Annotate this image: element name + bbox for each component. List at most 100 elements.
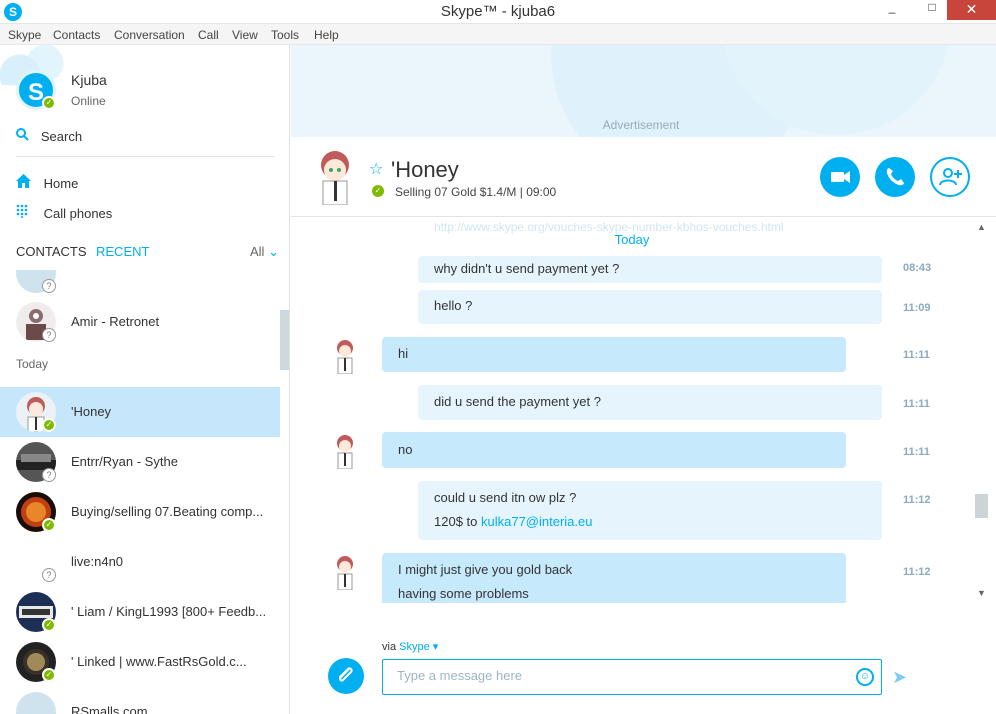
search-icon bbox=[16, 128, 33, 144]
window-title: Skype™ - kjuba6 bbox=[440, 3, 556, 20]
contact-list[interactable]: ? ? Amir - Retronet Today ✓ 'Honey ? Ent… bbox=[0, 270, 280, 714]
menu-skype[interactable]: Skype bbox=[8, 28, 41, 42]
online-status-icon: ✓ bbox=[372, 185, 384, 197]
divider bbox=[16, 156, 275, 157]
message-text: hi bbox=[398, 346, 409, 361]
message-composer: via Skype ▾ ☺ ➤ bbox=[291, 603, 996, 714]
contact-row[interactable]: ✓ ' Linked | www.FastRsGold.c... bbox=[0, 637, 280, 687]
message-outgoing[interactable]: could u send itn ow plz ? 120$ to kulka7… bbox=[418, 481, 882, 540]
chat-contact-name: 'Honey bbox=[391, 157, 459, 182]
message-time: 11:12 bbox=[903, 566, 931, 578]
nav-home-label: Home bbox=[43, 176, 79, 191]
dialpad-icon bbox=[16, 204, 40, 221]
message-outgoing[interactable]: why didn't u send payment yet ? bbox=[418, 256, 882, 283]
filter-all-dropdown[interactable]: All ⌄ bbox=[250, 244, 279, 260]
sender-avatar bbox=[331, 338, 359, 375]
scroll-up-icon[interactable]: ▲ bbox=[973, 222, 990, 232]
video-call-button[interactable] bbox=[820, 157, 860, 197]
sender-avatar bbox=[331, 554, 359, 591]
filter-all-label: All bbox=[250, 244, 265, 259]
profile-status[interactable]: Online bbox=[71, 94, 106, 108]
minimize-button[interactable]: _ bbox=[877, 0, 907, 20]
scrollbar-thumb[interactable] bbox=[975, 494, 988, 518]
tab-contacts[interactable]: CONTACTS bbox=[16, 244, 87, 259]
advertisement-label: Advertisement bbox=[602, 118, 680, 132]
chat-contact-avatar[interactable] bbox=[311, 147, 359, 206]
contact-row[interactable]: RSmalls.com bbox=[0, 687, 280, 714]
contact-row[interactable]: ? live:n4n0 bbox=[0, 537, 280, 587]
message-outgoing[interactable]: did u send the payment yet ? bbox=[418, 385, 882, 420]
message-incoming[interactable]: hi bbox=[382, 337, 846, 372]
message-incoming[interactable]: I might just give you gold back having s… bbox=[382, 553, 846, 603]
emoticon-icon[interactable]: ☺ bbox=[856, 668, 874, 686]
message-text: no bbox=[398, 442, 413, 457]
contact-name: 'Honey bbox=[71, 404, 112, 419]
email-link[interactable]: kulka77@interia.eu bbox=[481, 514, 592, 529]
scroll-down-icon[interactable]: ▼ bbox=[973, 588, 990, 598]
message-time: 11:11 bbox=[903, 349, 930, 361]
message-incoming[interactable]: no bbox=[382, 432, 846, 468]
unknown-status-icon: ? bbox=[42, 568, 56, 582]
menu-bar: Skype Contacts Conversation Call View To… bbox=[0, 24, 996, 45]
add-contact-button[interactable] bbox=[930, 157, 970, 197]
message-text: could u send itn ow plz ? bbox=[434, 490, 577, 505]
contact-name: Buying/selling 07.Beating comp... bbox=[71, 504, 264, 519]
menu-help[interactable]: Help bbox=[314, 28, 339, 42]
contact-row[interactable]: ? Amir - Retronet bbox=[0, 297, 280, 347]
close-button[interactable]: ✕ bbox=[947, 0, 996, 20]
contact-row[interactable]: ✓ ' Liam / KingL1993 [800+ Feedb... bbox=[0, 587, 280, 637]
message-time: 11:12 bbox=[903, 494, 931, 506]
menu-conversation[interactable]: Conversation bbox=[114, 28, 185, 42]
online-status-icon: ✓ bbox=[42, 96, 56, 110]
home-icon bbox=[16, 174, 40, 191]
message-text: hello ? bbox=[434, 298, 473, 313]
contact-row[interactable]: ✓ Buying/selling 07.Beating comp... bbox=[0, 487, 280, 537]
audio-call-button[interactable] bbox=[875, 157, 915, 197]
contact-row-selected[interactable]: ✓ 'Honey bbox=[0, 387, 280, 437]
nav-call-phones[interactable]: Call phones bbox=[16, 204, 112, 221]
contact-name: Entrr/Ryan - Sythe bbox=[71, 454, 178, 469]
online-status-icon: ✓ bbox=[42, 518, 56, 532]
message-text: 120$ to bbox=[434, 514, 481, 529]
unknown-status-icon: ? bbox=[42, 328, 56, 342]
via-service: Skype ▾ bbox=[399, 641, 439, 653]
attach-button[interactable] bbox=[328, 658, 364, 694]
menu-tools[interactable]: Tools bbox=[271, 28, 299, 42]
tab-recent[interactable]: RECENT bbox=[96, 244, 149, 259]
favorite-star-icon[interactable]: ☆ bbox=[369, 159, 383, 179]
advertisement-banner[interactable]: Advertisement bbox=[291, 45, 996, 137]
contact-row[interactable]: ? bbox=[0, 270, 280, 298]
sidebar: S ✓ Kjuba Online Search Home Call phones… bbox=[0, 45, 290, 714]
conversation-scrollbar[interactable]: ▲ ▼ bbox=[973, 218, 990, 603]
profile-name[interactable]: Kjuba bbox=[71, 72, 107, 88]
maximize-button[interactable]: □ bbox=[917, 0, 947, 20]
message-text: I might just give you gold back bbox=[398, 562, 573, 577]
chevron-down-icon: ⌄ bbox=[268, 244, 279, 259]
paperclip-icon bbox=[339, 667, 353, 682]
message-text: why didn't u send payment yet ? bbox=[434, 261, 620, 276]
online-status-icon: ✓ bbox=[42, 418, 56, 432]
send-icon[interactable]: ➤ bbox=[892, 667, 907, 688]
chat-header: ☆ 'Honey ✓ Selling 07 Gold $1.4/M | 09:0… bbox=[291, 137, 996, 217]
title-bar: S Skype™ - kjuba6 _ □ ✕ bbox=[0, 0, 996, 24]
message-input-box[interactable]: ☺ bbox=[382, 659, 882, 695]
online-status-icon: ✓ bbox=[42, 618, 56, 632]
search-button[interactable]: Search bbox=[16, 128, 82, 144]
message-outgoing[interactable]: hello ? bbox=[418, 290, 882, 324]
conversation-area[interactable]: http://www.skype.org/vouches-skype-numbe… bbox=[291, 218, 973, 603]
section-today-label: Today bbox=[16, 357, 49, 371]
unknown-status-icon: ? bbox=[42, 468, 56, 482]
video-camera-icon bbox=[831, 171, 850, 183]
contact-name: Amir - Retronet bbox=[71, 314, 160, 329]
contact-row[interactable]: ? Entrr/Ryan - Sythe bbox=[0, 437, 280, 487]
contact-list-scrollbar[interactable] bbox=[280, 310, 289, 370]
via-selector[interactable]: via Skype ▾ bbox=[382, 640, 438, 653]
menu-contacts[interactable]: Contacts bbox=[53, 28, 100, 42]
message-input[interactable] bbox=[397, 668, 837, 683]
contact-name: live:n4n0 bbox=[71, 554, 124, 569]
unknown-status-icon: ? bbox=[42, 279, 56, 293]
menu-call[interactable]: Call bbox=[198, 28, 219, 42]
nav-home[interactable]: Home bbox=[16, 174, 78, 191]
menu-view[interactable]: View bbox=[232, 28, 258, 42]
message-time: 11:11 bbox=[903, 398, 930, 410]
